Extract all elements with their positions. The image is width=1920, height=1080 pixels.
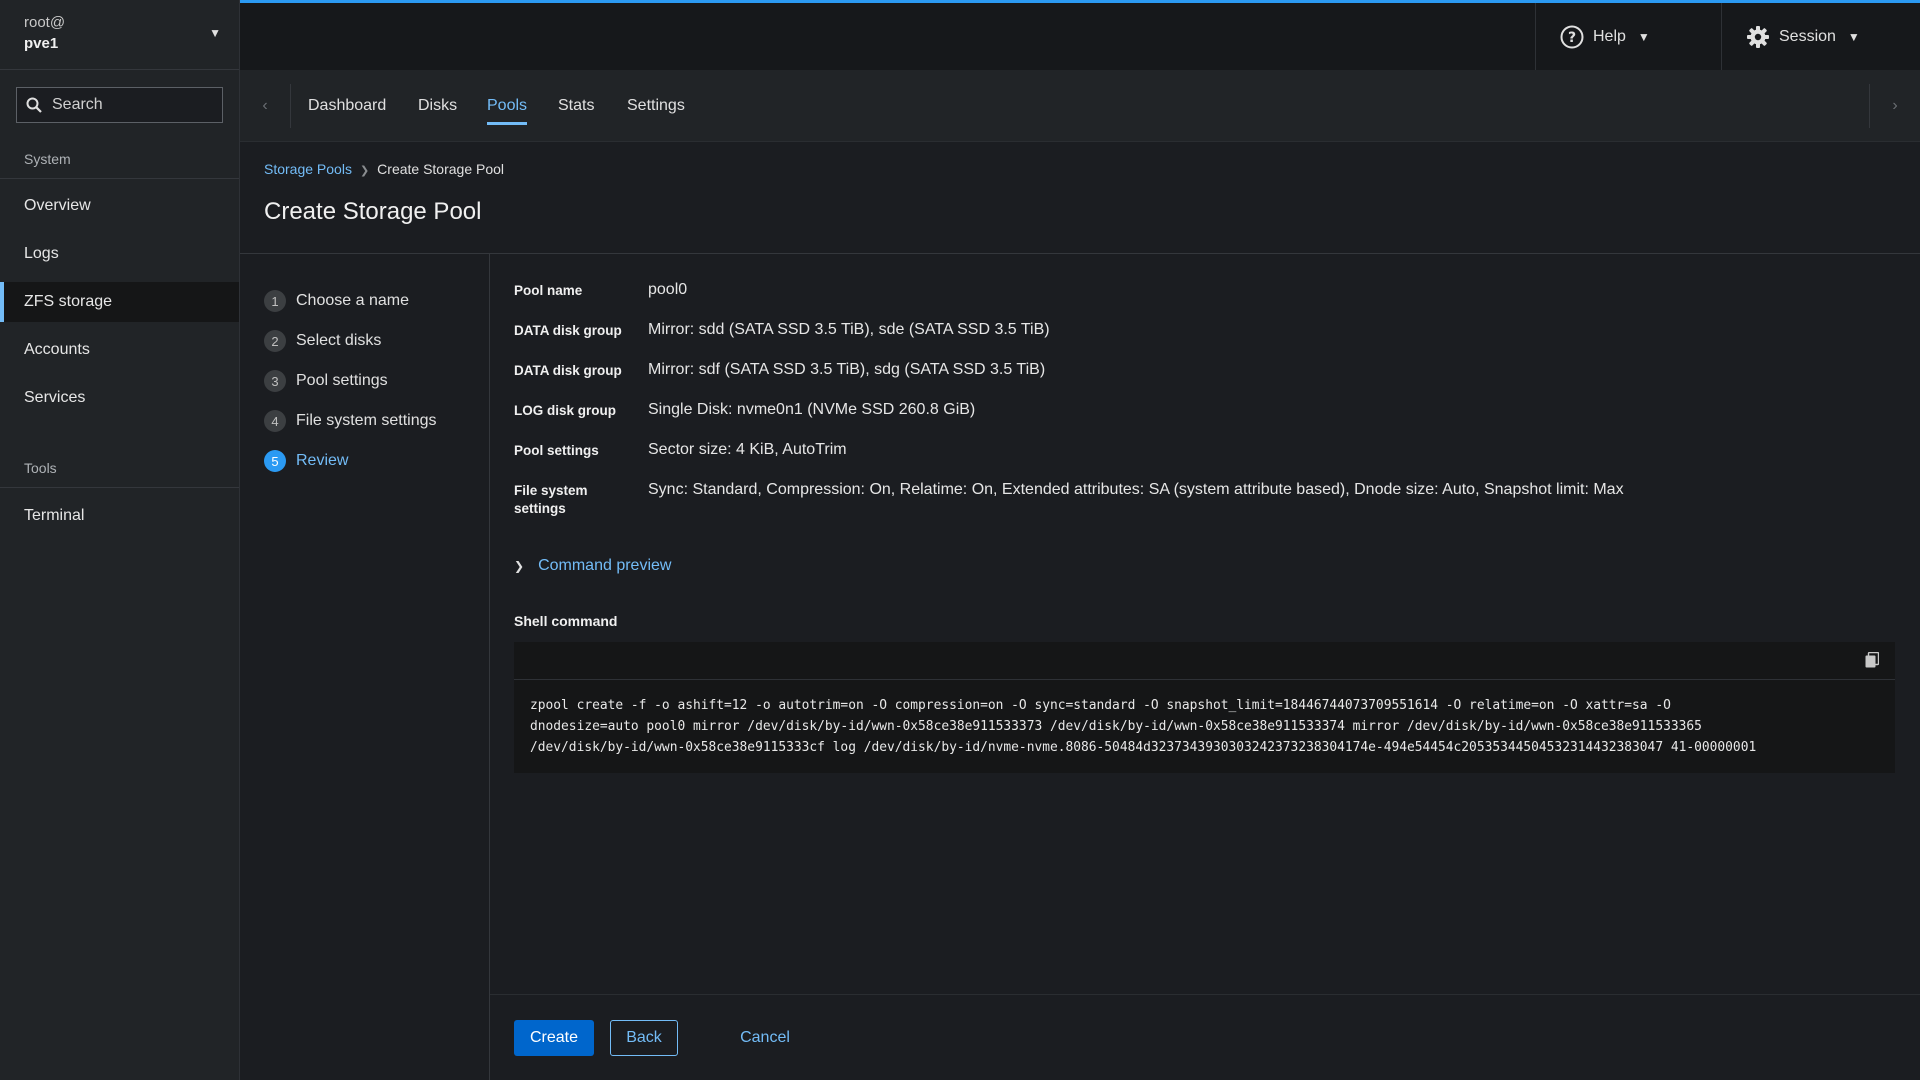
step-number: 4 xyxy=(264,410,286,432)
review-value: Single Disk: nvme0n1 (NVMe SSD 260.8 GiB… xyxy=(648,401,976,418)
help-icon: ? xyxy=(1560,25,1584,48)
tab-disks[interactable]: Disks xyxy=(418,70,457,141)
page-title: Create Storage Pool xyxy=(264,198,482,225)
shell-command-text: zpool create -f -o ashift=12 -o autotrim… xyxy=(514,680,1895,758)
review-value: Sync: Standard, Compression: On, Relatim… xyxy=(648,481,1624,498)
review-term: LOG disk group xyxy=(514,403,617,418)
review-value: pool0 xyxy=(648,281,688,298)
cancel-button[interactable]: Cancel xyxy=(730,1020,800,1056)
sidebar-item-accounts[interactable]: Accounts xyxy=(0,330,239,370)
tab-stats[interactable]: Stats xyxy=(558,70,594,141)
review-value: Mirror: sdf (SATA SSD 3.5 TiB), sdg (SAT… xyxy=(648,361,1046,378)
review-term: DATA disk group xyxy=(514,323,622,338)
scroll-left-icon[interactable]: ‹ xyxy=(240,84,291,128)
tab-dashboard[interactable]: Dashboard xyxy=(308,70,386,141)
nav-divider xyxy=(0,178,239,179)
host-user: root@ xyxy=(24,14,66,31)
help-label: Help xyxy=(1593,27,1626,45)
caret-down-icon: ▼ xyxy=(1847,29,1860,44)
svg-text:?: ? xyxy=(1568,30,1576,46)
code-line: zpool create -f -o ashift=12 -o autotrim… xyxy=(530,698,1671,713)
nav-divider xyxy=(0,487,239,488)
help-menu-button[interactable]: ? Help ▼ xyxy=(1535,3,1687,70)
step-number: 2 xyxy=(264,330,286,352)
top-header: ? Help ▼ Session ▼ xyxy=(240,0,1920,70)
review-term: Pool settings xyxy=(514,443,599,458)
wizard-step-select-disks[interactable]: 2 Select disks xyxy=(264,329,381,353)
wizard-step-choose-name[interactable]: 1 Choose a name xyxy=(264,289,409,313)
code-block: zpool create -f -o ashift=12 -o autotrim… xyxy=(514,642,1895,773)
nav-section-system: System xyxy=(24,151,71,167)
breadcrumb: Storage Pools ❯ Create Storage Pool xyxy=(264,161,504,177)
gear-icon xyxy=(1747,25,1769,48)
create-button[interactable]: Create xyxy=(514,1020,594,1056)
tab-bar: ‹ Dashboard Disks Pools Stats Settings › xyxy=(240,70,1920,142)
host-name: pve1 xyxy=(24,35,59,52)
sidebar-item-zfs-storage[interactable]: ZFS storage xyxy=(0,282,239,322)
session-menu-button[interactable]: Session ▼ xyxy=(1721,3,1897,70)
code-line: dnodesize=auto pool0 mirror /dev/disk/by… xyxy=(530,719,1702,734)
step-label: Choose a name xyxy=(296,292,409,309)
nav-section-tools: Tools xyxy=(24,460,57,476)
tab-settings[interactable]: Settings xyxy=(627,70,685,141)
wizard-step-file-system-settings[interactable]: 4 File system settings xyxy=(264,409,436,433)
caret-down-icon[interactable]: ▼ xyxy=(209,26,221,40)
wizard-step-pool-settings[interactable]: 3 Pool settings xyxy=(264,369,388,393)
sidebar-item-terminal[interactable]: Terminal xyxy=(0,496,239,536)
tab-pools[interactable]: Pools xyxy=(487,70,528,141)
code-toolbar xyxy=(514,642,1895,680)
sidebar: root@ pve1 ▼ System Overview Logs ZFS st… xyxy=(0,0,240,1080)
step-number: 3 xyxy=(264,370,286,392)
session-label: Session xyxy=(1779,27,1836,45)
wizard-step-review[interactable]: 5 Review xyxy=(264,449,348,473)
review-term: File system settings xyxy=(514,483,588,516)
wizard-nav: 1 Choose a name 2 Select disks 3 Pool se… xyxy=(240,254,490,1080)
review-value: Mirror: sdd (SATA SSD 3.5 TiB), sde (SAT… xyxy=(648,321,1050,338)
breadcrumb-link-storage-pools[interactable]: Storage Pools xyxy=(264,161,352,177)
step-label: Select disks xyxy=(296,332,382,349)
chevron-right-icon: ❯ xyxy=(359,165,370,177)
host-switcher[interactable]: root@ pve1 ▼ xyxy=(0,0,239,70)
breadcrumb-current: Create Storage Pool xyxy=(377,161,505,177)
caret-down-icon: ▼ xyxy=(1637,29,1650,44)
shell-command-label: Shell command xyxy=(514,613,618,629)
copy-icon[interactable] xyxy=(1865,652,1879,668)
step-label: Pool settings xyxy=(296,372,388,389)
command-preview-toggle[interactable]: ❯ Command preview xyxy=(514,557,671,575)
review-term: Pool name xyxy=(514,283,583,298)
review-value: Sector size: 4 KiB, AutoTrim xyxy=(648,441,847,458)
footer-divider xyxy=(490,994,1920,995)
code-line: /dev/disk/by-id/wwn-0x58ce38e9115333cf l… xyxy=(530,740,1757,755)
sidebar-item-logs[interactable]: Logs xyxy=(0,234,239,274)
step-number: 5 xyxy=(264,450,286,472)
back-button[interactable]: Back xyxy=(610,1020,678,1056)
review-term: DATA disk group xyxy=(514,363,622,378)
header-divider xyxy=(240,253,1920,254)
sidebar-item-overview[interactable]: Overview xyxy=(0,186,239,226)
search-box[interactable] xyxy=(16,87,223,123)
step-number: 1 xyxy=(264,290,286,312)
search-icon xyxy=(26,97,42,113)
chevron-down-icon: ❯ xyxy=(514,559,525,573)
step-label: File system settings xyxy=(296,412,437,429)
sidebar-item-services[interactable]: Services xyxy=(0,378,239,418)
command-preview-label: Command preview xyxy=(538,557,672,574)
step-label: Review xyxy=(296,452,349,469)
scroll-right-icon[interactable]: › xyxy=(1869,84,1920,128)
search-input[interactable] xyxy=(50,95,214,115)
